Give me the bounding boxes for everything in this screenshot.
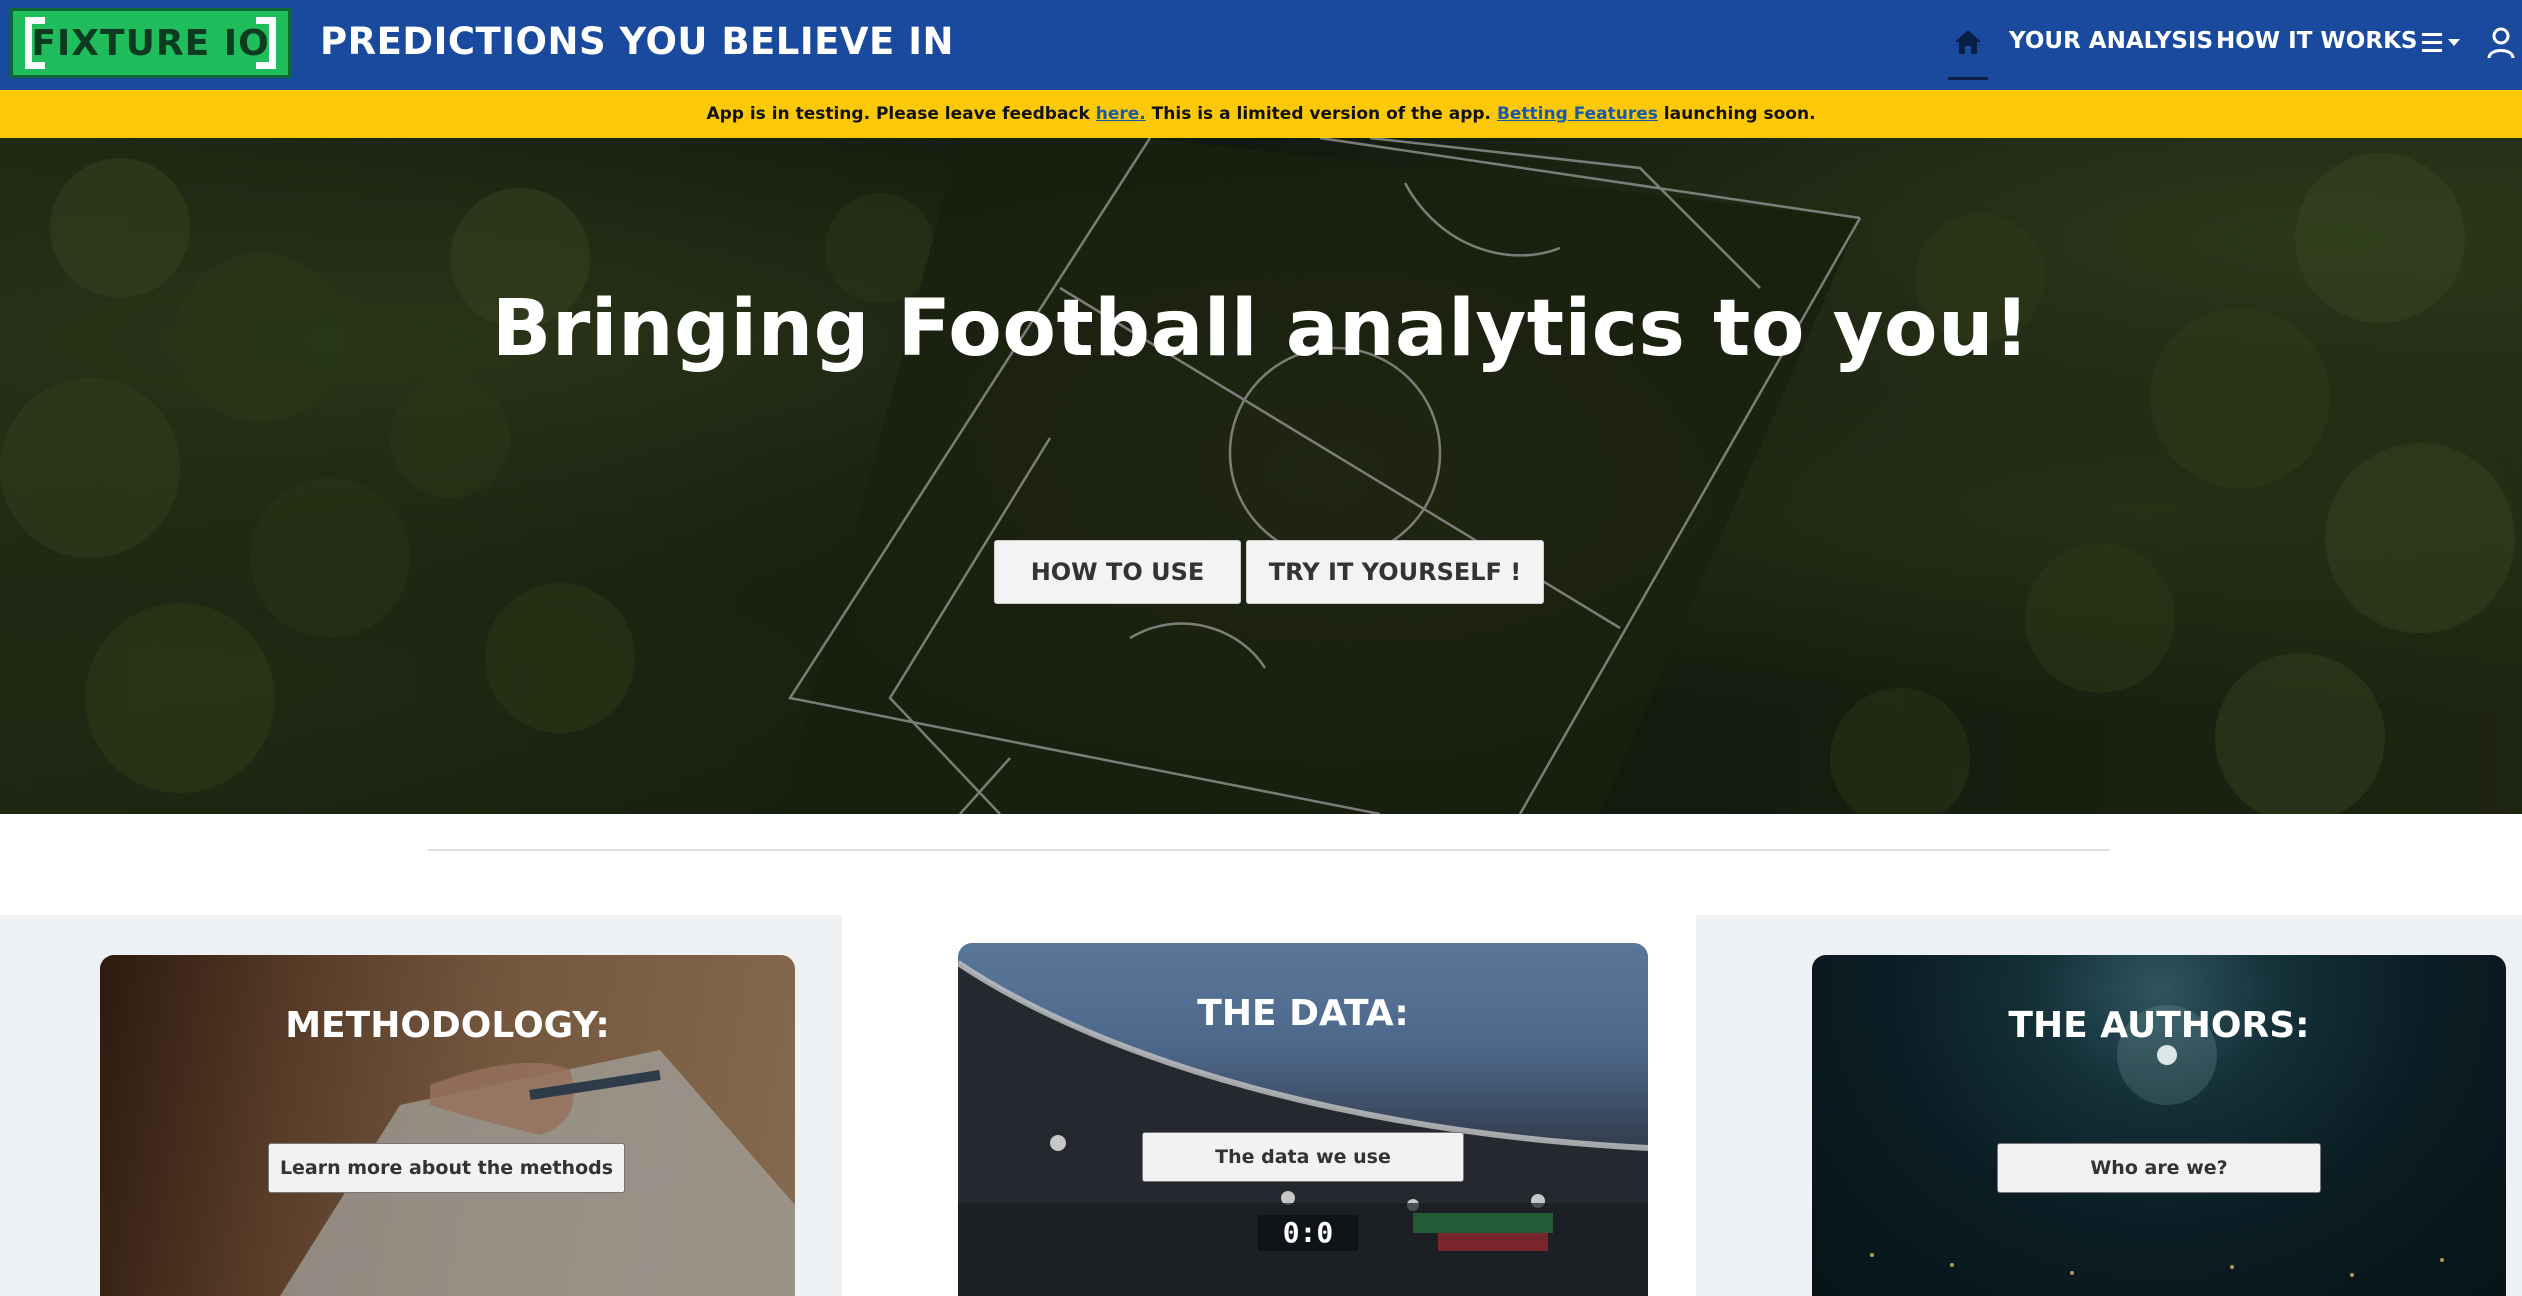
scoreboard: 0:0 xyxy=(1258,1215,1358,1251)
authors-card: THE AUTHORS: Who are we? xyxy=(1812,955,2506,1296)
data-card: 0:0 THE DATA: The data we use xyxy=(958,943,1648,1296)
banner-text-1: App is in testing. Please leave feedback xyxy=(706,104,1096,124)
testing-banner: App is in testing. Please leave feedback… xyxy=(0,90,2522,138)
fixture-io-logo[interactable]: FIXTURE IO xyxy=(10,8,291,78)
banner-text-2: This is a limited version of the app. xyxy=(1145,104,1497,124)
user-icon xyxy=(2487,27,2515,59)
data-we-use-button[interactable]: The data we use xyxy=(1142,1132,1464,1182)
active-underline xyxy=(1948,77,1988,80)
learn-methods-button[interactable]: Learn more about the methods xyxy=(268,1143,625,1193)
nav-menu-dropdown[interactable] xyxy=(2420,28,2466,58)
logo-text: FIXTURE IO xyxy=(31,22,270,64)
hero-title: Bringing Football analytics to you! xyxy=(491,284,2031,374)
methodology-card: METHODOLOGY: Learn more about the method… xyxy=(100,955,795,1296)
authors-title: THE AUTHORS: xyxy=(2008,1005,2310,1046)
brand-tagline: PREDICTIONS YOU BELIEVE IN xyxy=(320,20,954,63)
nav-home-link[interactable] xyxy=(1948,22,1988,80)
try-it-yourself-button[interactable]: TRY IT YOURSELF ! xyxy=(1246,540,1544,604)
how-to-use-button[interactable]: HOW TO USE xyxy=(994,540,1241,604)
section-divider xyxy=(428,849,2110,851)
methodology-title: METHODOLOGY: xyxy=(285,1005,610,1046)
logo-bracket-right xyxy=(256,17,276,69)
feedback-link[interactable]: here. xyxy=(1096,104,1146,124)
banner-text-3: launching soon. xyxy=(1657,104,1816,124)
data-title: THE DATA: xyxy=(1197,993,1409,1034)
nav-your-analysis[interactable]: YOUR ANALYSIS xyxy=(2009,28,2213,54)
home-icon xyxy=(1955,30,1981,54)
top-navbar: FIXTURE IO PREDICTIONS YOU BELIEVE IN YO… xyxy=(0,0,2522,90)
hero-section: Bringing Football analytics to you! HOW … xyxy=(0,138,2522,814)
betting-features-link[interactable]: Betting Features xyxy=(1497,104,1658,124)
aerial-pitch-image xyxy=(0,138,2522,814)
nav-how-it-works[interactable]: HOW IT WORKS xyxy=(2216,28,2417,54)
nav-user-account[interactable] xyxy=(2486,26,2516,60)
hamburger-dropdown-icon xyxy=(2422,33,2460,52)
who-are-we-button[interactable]: Who are we? xyxy=(1997,1143,2321,1193)
logo-bracket-left xyxy=(25,17,45,69)
